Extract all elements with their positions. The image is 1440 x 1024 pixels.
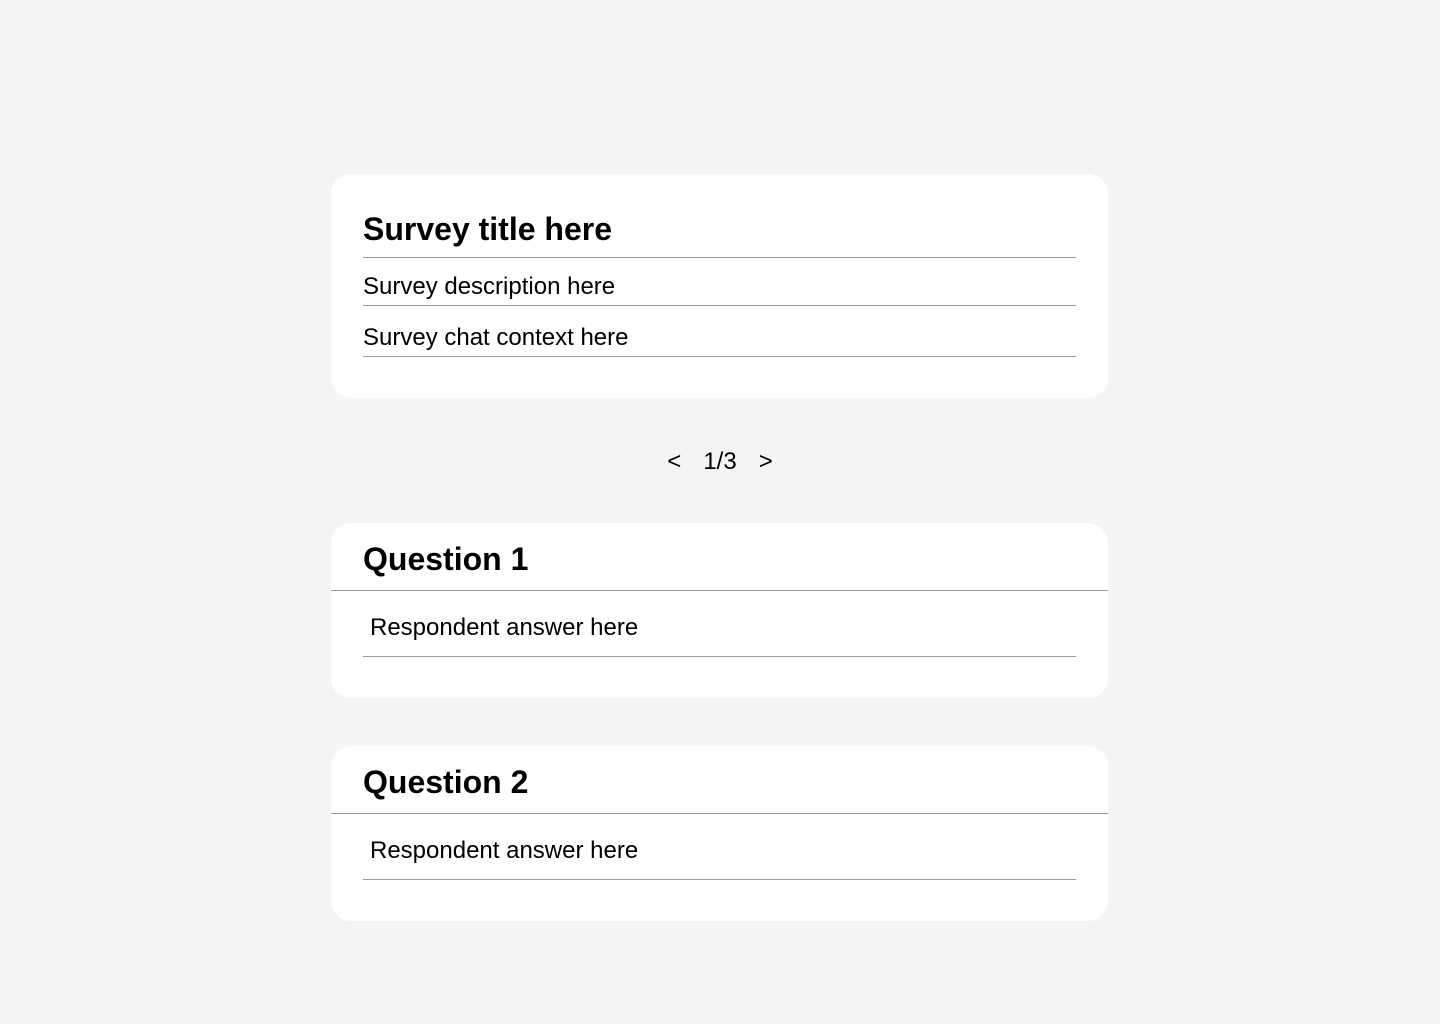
answer-field[interactable]: Respondent answer here (363, 611, 1076, 657)
survey-chat-context-field[interactable]: Survey chat context here (363, 323, 1076, 357)
question-title: Question 2 (363, 764, 529, 800)
survey-description-field[interactable]: Survey description here (363, 272, 1076, 306)
page-counter: 1/3 (703, 448, 737, 475)
previous-page-button[interactable]: < (663, 447, 685, 477)
next-page-button[interactable]: > (755, 447, 777, 477)
question-divider (331, 813, 1108, 814)
answer-field[interactable]: Respondent answer here (363, 834, 1076, 880)
question-divider (331, 590, 1108, 591)
title-underline (363, 257, 1076, 258)
question-title: Question 1 (363, 541, 529, 577)
survey-title[interactable]: Survey title here (363, 210, 612, 248)
survey-page: Survey title here Survey description her… (0, 0, 1440, 1024)
pagination: < 1/3 > (0, 446, 1440, 478)
question-card-2: Question 2 Respondent answer here (331, 746, 1108, 921)
survey-info-card: Survey title here Survey description her… (331, 174, 1108, 398)
question-card-1: Question 1 Respondent answer here (331, 523, 1108, 698)
